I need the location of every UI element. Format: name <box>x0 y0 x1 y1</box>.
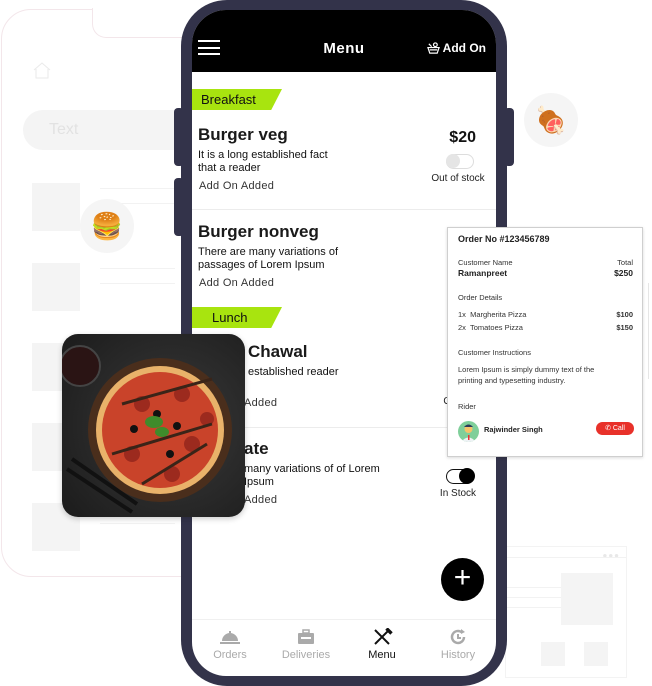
item-description: It is a long established fact that a rea… <box>198 149 328 174</box>
toolbox-icon <box>298 629 314 644</box>
add-on-label: Add On <box>442 41 486 55</box>
order-details-card: Order No #123456789 Customer Name Ramanp… <box>447 227 643 457</box>
background-line <box>100 523 175 524</box>
customer-instructions-label: Customer Instructions <box>458 348 531 357</box>
burger-emoji-bubble: 🍔 <box>80 199 134 253</box>
add-item-fab[interactable]: + <box>441 558 484 601</box>
line-qty: 1x <box>458 310 466 319</box>
nav-label: Deliveries <box>281 649 331 661</box>
item-name: Chawal <box>248 342 308 361</box>
rider-label: Rider <box>458 402 476 411</box>
background-placeholder-block <box>541 642 565 666</box>
top-app-bar: Menu Add On <box>192 10 496 72</box>
item-description: many variations of of Lorem Ipsum <box>244 463 380 488</box>
stock-toggle[interactable] <box>446 154 474 169</box>
background-placeholder-block <box>584 642 608 666</box>
item-addon-status: Added <box>244 397 278 409</box>
background-search-field: Text <box>23 110 193 150</box>
pizza-image <box>62 334 245 517</box>
cloche-icon <box>220 631 240 644</box>
history-icon <box>450 629 466 645</box>
bottom-navigation: Orders Deliveries Menu History <box>192 619 496 676</box>
background-line <box>100 283 175 284</box>
background-line <box>506 587 564 588</box>
rider-name: Rajwinder Singh <box>484 425 543 434</box>
line-price: $100 <box>616 310 633 319</box>
background-line <box>100 188 175 189</box>
rider-avatar <box>458 421 479 442</box>
background-line <box>100 268 175 269</box>
burger-icon: 🍔 <box>90 210 124 241</box>
customer-name-label: Customer Name <box>458 258 513 267</box>
order-number: Order No #123456789 <box>458 234 550 244</box>
item-addon-status: Add On Added <box>199 180 275 192</box>
customer-name: Ramanpreet <box>458 268 508 278</box>
line-item: Margherita Pizza <box>470 310 527 319</box>
category-lunch: Lunch <box>192 307 282 328</box>
stock-status: Out of stock <box>431 173 485 184</box>
category-breakfast: Breakfast <box>192 89 282 110</box>
background-placeholder-block <box>32 183 80 231</box>
line-item: Tomatoes Pizza <box>469 323 523 332</box>
background-line <box>506 557 626 558</box>
call-rider-button[interactable]: ✆ Call <box>596 422 634 435</box>
nav-orders[interactable]: Orders <box>192 620 268 676</box>
divider <box>192 209 496 210</box>
order-line: 1x Margherita Pizza <box>458 310 526 319</box>
total-label: Total <box>617 258 633 267</box>
item-addon-status: Added <box>244 494 278 506</box>
window-dots-icon: ●●● <box>602 551 620 560</box>
nav-history[interactable]: History <box>420 620 496 676</box>
background-wireframe-window: ●●● <box>505 546 627 678</box>
order-total: $250 <box>614 268 633 278</box>
order-line: 2x Tomatoes Pizza <box>458 323 523 332</box>
phone-icon: ✆ <box>605 425 613 432</box>
item-addon-status: Add On Added <box>199 277 275 289</box>
add-on-button[interactable]: Add On <box>426 41 486 55</box>
stock-status: In Stock <box>439 488 477 499</box>
item-price: $20 <box>449 129 476 146</box>
nav-label: Menu <box>368 649 396 661</box>
nav-menu[interactable]: Menu <box>344 620 420 676</box>
line-price: $150 <box>616 323 633 332</box>
nav-label: History <box>440 649 476 661</box>
menu-item[interactable]: Burger veg It is a long established fact… <box>192 125 496 205</box>
background-placeholder-block <box>32 263 80 311</box>
customer-instructions: Lorem Ipsum is simply dummy text of the … <box>458 365 595 385</box>
basket-icon <box>426 41 440 54</box>
item-name: ate <box>244 439 269 458</box>
call-label: Call <box>612 425 625 432</box>
item-description: There are many variations of passages of… <box>198 246 339 271</box>
item-name: Burger veg <box>198 125 288 144</box>
home-icon <box>33 62 51 79</box>
meat-icon: 🍖 <box>534 104 568 135</box>
background-placeholder-block <box>561 573 613 625</box>
order-details-label: Order Details <box>458 293 503 302</box>
nav-label: Orders <box>213 649 247 661</box>
item-description: established reader <box>248 366 339 378</box>
person-icon <box>461 424 476 442</box>
background-line <box>506 607 564 608</box>
stock-toggle[interactable] <box>446 468 475 484</box>
item-name: Burger nonveg <box>198 222 319 241</box>
meat-emoji-bubble: 🍖 <box>524 93 578 147</box>
pizza-illustration-icon <box>62 345 232 514</box>
background-line <box>506 597 564 598</box>
background-line <box>648 283 649 379</box>
fork-knife-icon <box>374 628 393 645</box>
line-qty: 2x <box>458 323 466 332</box>
nav-deliveries[interactable]: Deliveries <box>268 620 344 676</box>
